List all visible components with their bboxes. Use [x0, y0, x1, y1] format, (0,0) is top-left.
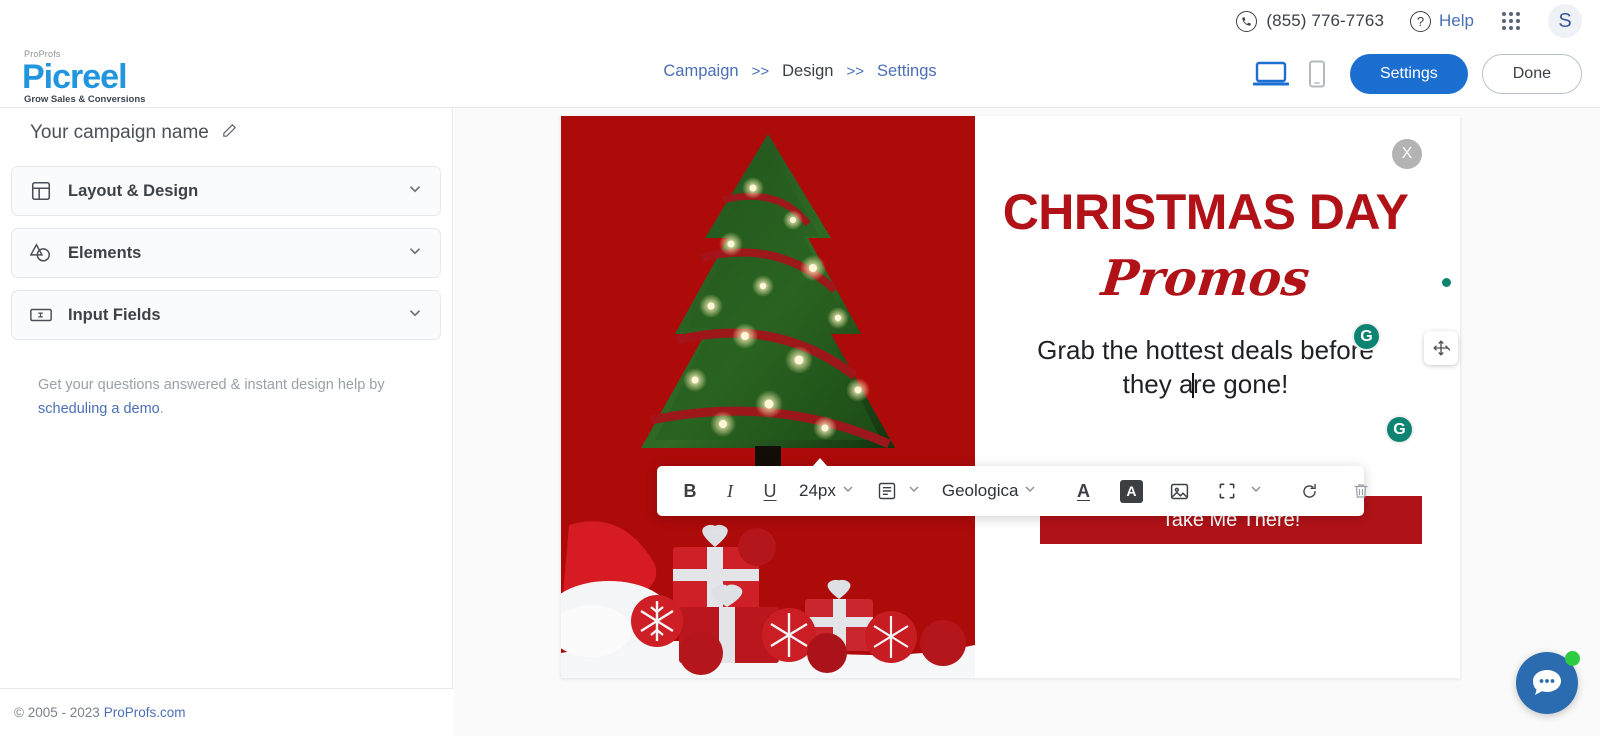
logo-tagline: Grow Sales & Conversions — [24, 94, 146, 105]
rich-text-toolbar: B I U 24px Geologica A A — [657, 458, 1369, 516]
reset-icon[interactable] — [1294, 474, 1324, 508]
desktop-view-icon[interactable] — [1248, 54, 1294, 94]
sidebar-item-layout-design[interactable]: Layout & Design — [11, 166, 441, 216]
breadcrumb-item-settings[interactable]: Settings — [877, 62, 937, 81]
header-actions: Settings Done — [1248, 54, 1582, 94]
insert-image-icon[interactable] — [1164, 474, 1194, 508]
close-icon[interactable]: X — [1392, 139, 1422, 169]
avatar[interactable]: S — [1548, 4, 1582, 38]
help-period: . — [159, 400, 164, 417]
breadcrumb: Campaign >> Design >> Settings — [663, 62, 936, 81]
chevron-down-icon[interactable] — [406, 304, 424, 327]
sidebar-item-input-fields[interactable]: Input Fields — [11, 290, 441, 340]
font-size-value[interactable]: 24px — [795, 481, 840, 501]
help-label: Help — [1439, 11, 1474, 30]
popup-subtext-after-caret: re gone! — [1192, 368, 1289, 399]
gifts-and-ornaments-illustration — [561, 503, 975, 678]
crop-chevron-down-icon[interactable] — [1248, 481, 1264, 502]
sidebar-help-note: Get your questions answered & instant de… — [0, 352, 452, 422]
move-arrows-icon[interactable] — [1424, 331, 1458, 365]
sidebar-help-text: Get your questions answered & instant de… — [38, 377, 385, 393]
app-header: ProProfs Picreel Grow Sales & Conversion… — [0, 42, 1600, 108]
logo[interactable]: ProProfs Picreel Grow Sales & Conversion… — [22, 50, 145, 105]
align-chevron-down-icon[interactable] — [906, 481, 922, 502]
breadcrumb-separator: >> — [751, 63, 770, 80]
phone-icon — [1236, 10, 1258, 32]
sidebar-item-label: Input Fields — [68, 305, 161, 324]
popup-preview: X CHRISTMAS DAY Promos Grab the hottest … — [561, 116, 1460, 678]
sidebar-item-label: Elements — [68, 243, 142, 262]
layout-grid-icon — [28, 178, 54, 204]
apps-grid-icon[interactable] — [1502, 12, 1520, 30]
popup-headline[interactable]: CHRISTMAS DAY — [991, 186, 1420, 239]
christmas-image-panel — [561, 116, 975, 678]
popup-subtext-line1: Grab the hottest deals before — [1037, 334, 1374, 365]
footer: © 2005 - 2023 ProProfs.com — [0, 688, 453, 736]
sidebar-item-label: Layout & Design — [68, 181, 199, 200]
shapes-icon — [28, 240, 54, 266]
text-color-icon[interactable]: A — [1068, 474, 1098, 508]
done-button[interactable]: Done — [1481, 54, 1582, 94]
chat-online-badge — [1565, 651, 1580, 666]
logo-brand-main: Picreel — [22, 58, 128, 96]
campaign-name-label: Your campaign name — [30, 122, 209, 143]
pencil-edit-icon[interactable] — [221, 122, 238, 144]
chevron-down-icon[interactable] — [406, 180, 424, 203]
grammarly-dot-indicator — [1442, 278, 1451, 287]
italic-button[interactable]: I — [715, 474, 745, 508]
grammarly-badge[interactable]: G — [1352, 322, 1381, 351]
chevron-down-icon[interactable] — [406, 242, 424, 265]
top-utility-bar: (855) 776-7763 ? Help S — [0, 0, 1600, 42]
font-family-chevron-down-icon[interactable] — [1022, 481, 1038, 502]
question-mark-icon: ? — [1410, 10, 1432, 32]
mobile-view-icon[interactable] — [1294, 54, 1340, 94]
phone-number: (855) 776-7763 — [1266, 11, 1385, 30]
trash-icon[interactable] — [1346, 474, 1376, 508]
sidebar-accordion-list: Layout & Design Elements Input Fields — [0, 144, 452, 340]
font-family-value[interactable]: Geologica — [938, 481, 1023, 501]
breadcrumb-item-campaign[interactable]: Campaign — [663, 62, 738, 81]
font-size-chevron-down-icon[interactable] — [840, 481, 856, 502]
sidebar: Your campaign name Layout & Design Eleme… — [0, 108, 453, 688]
highlight-color-icon[interactable]: A — [1116, 474, 1146, 508]
copyright-text: © 2005 - 2023 — [14, 705, 100, 720]
campaign-name-row: Your campaign name — [0, 108, 452, 144]
proprofs-link[interactable]: ProProfs.com — [104, 705, 186, 720]
bold-button[interactable]: B — [675, 474, 705, 508]
grammarly-badge[interactable]: G — [1385, 415, 1414, 444]
popup-subtext-before-caret: they a — [1122, 368, 1194, 399]
text-align-icon[interactable] — [872, 474, 902, 508]
chat-bubble-icon — [1533, 670, 1561, 695]
phone-block[interactable]: (855) 776-7763 — [1236, 10, 1385, 32]
settings-button[interactable]: Settings — [1349, 54, 1468, 94]
design-canvas: X CHRISTMAS DAY Promos Grab the hottest … — [454, 108, 1600, 736]
popup-content: X CHRISTMAS DAY Promos Grab the hottest … — [975, 116, 1460, 678]
popup-script-word[interactable]: Promos — [988, 249, 1423, 307]
schedule-demo-link[interactable]: scheduling a demo — [38, 401, 160, 417]
underline-button[interactable]: U — [755, 474, 785, 508]
breadcrumb-separator: >> — [846, 63, 865, 80]
app-root: (855) 776-7763 ? Help S ProProfs Picreel… — [0, 0, 1600, 736]
crop-frame-icon[interactable] — [1212, 474, 1242, 508]
sidebar-item-elements[interactable]: Elements — [11, 228, 441, 278]
breadcrumb-item-design[interactable]: Design — [782, 62, 833, 81]
help-link[interactable]: ? Help — [1410, 10, 1474, 32]
input-field-icon — [28, 302, 54, 328]
